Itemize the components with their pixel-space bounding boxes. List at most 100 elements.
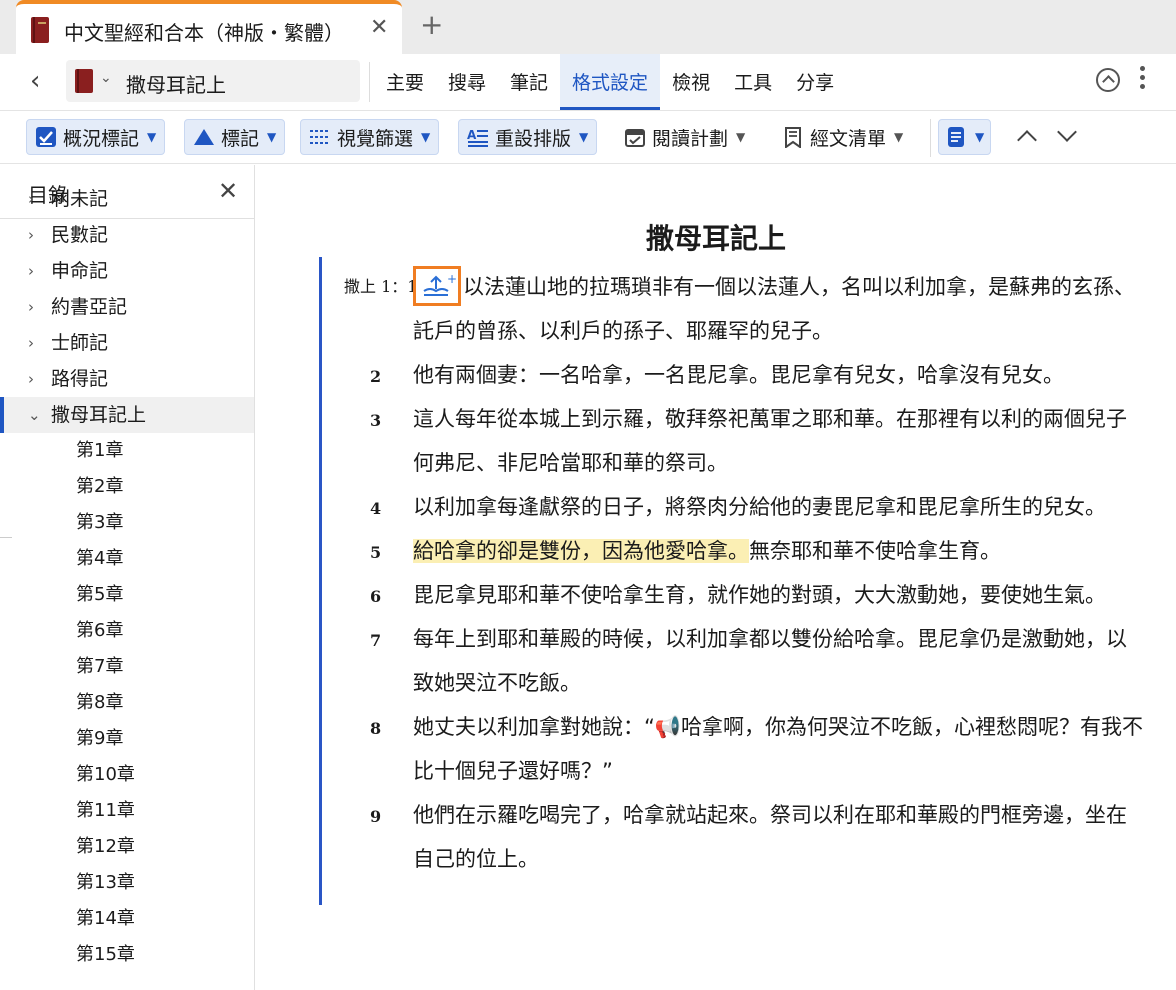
collapse-ribbon-icon[interactable]	[1096, 68, 1120, 92]
verse-text: 這人每年從本城上到示羅，敬拜祭祀萬軍之耶和華。在那裡有以利的兩個兒子何弗尼、非尼…	[413, 407, 1127, 475]
overview-marks-label: 概況標記	[63, 127, 140, 150]
next-arrow-icon[interactable]	[1057, 122, 1077, 142]
checkbox-icon	[35, 126, 57, 148]
sidebar-item-chapter[interactable]: 第8章	[0, 685, 254, 721]
menu-notes[interactable]: 筆記	[498, 54, 560, 110]
verse[interactable]: 撒上 1：1 + 以法蓮山地的拉瑪瑣非有一個以法蓮人，名叫以利加拿，是蘇弗的玄孫…	[344, 265, 1144, 353]
chevron-down-icon: ▼	[267, 130, 277, 144]
passage-list-button[interactable]: 經文清單 ▼	[774, 119, 911, 155]
verse-text: 無奈耶和華不使哈拿生育。	[749, 539, 1001, 563]
ribbon-menu: 主要 搜尋 筆記 格式設定 檢視 工具 分享	[374, 54, 846, 110]
menu-format[interactable]: 格式設定	[560, 54, 661, 110]
chevron-right-icon: ›	[28, 262, 34, 280]
verse[interactable]: 4 以利加拿每逢獻祭的日子，將祭肉分給他的妻毘尼拿和毘尼拿所生的兒女。	[344, 485, 1144, 529]
verse[interactable]: 6 毘尼拿見耶和華不使哈拿生育，就作她的對頭，大大激動她，要使她生氣。	[344, 573, 1144, 617]
verse[interactable]: 2 他有兩個妻：一名哈拿，一名毘尼拿。毘尼拿有兒女，哈拿沒有兒女。	[344, 353, 1144, 397]
chapter-title: 撒母耳記上	[645, 222, 786, 255]
highlighted-text[interactable]: 給哈拿的卻是雙份，因為他愛哈拿。	[413, 539, 749, 563]
verse-text: 以法蓮山地的拉瑪瑣非有一個以法蓮人，名叫以利加拿，是蘇弗的玄孫、託戶的曾孫、以利…	[413, 275, 1135, 343]
chevron-right-icon: ›	[28, 334, 34, 352]
sidebar-item-chapter[interactable]: 第10章	[0, 757, 254, 793]
sidebar-item-chapter[interactable]: 第6章	[0, 613, 254, 649]
sidebar-item-active-book[interactable]: ⌄ 撒母耳記上	[0, 397, 254, 433]
more-options-icon[interactable]	[1140, 66, 1146, 93]
verse-number: 8	[370, 719, 382, 738]
menu-main[interactable]: 主要	[374, 54, 436, 110]
sidebar-item-chapter[interactable]: 第14章	[0, 901, 254, 937]
sidebar-item-chapter[interactable]: 第2章	[0, 469, 254, 505]
chevron-right-icon: ›	[28, 190, 34, 208]
calendar-icon	[624, 126, 646, 148]
sidebar-item-chapter[interactable]: 第5章	[0, 577, 254, 613]
verse[interactable]: 7 每年上到耶和華殿的時候，以利加拿都以雙份給哈拿。毘尼拿仍是激動她，以致她哭泣…	[344, 617, 1144, 705]
verse-number: 3	[370, 411, 382, 430]
sidebar-item-chapter[interactable]: 第1章	[0, 433, 254, 469]
verse[interactable]: 8 她丈夫以利加拿對她說：“📢哈拿啊，你為何哭泣不吃飯，心裡愁悶呢？有我不比十個…	[344, 705, 1144, 793]
chevron-down-icon: ▼	[894, 130, 904, 144]
verse-number: 9	[370, 807, 382, 826]
menu-search[interactable]: 搜尋	[436, 54, 498, 110]
sidebar-item-chapter[interactable]: 第3章	[0, 505, 254, 541]
new-tab-button[interactable]: +	[420, 10, 443, 40]
reading-plan-button[interactable]: 閱讀計劃 ▼	[616, 119, 753, 155]
sidebar-item-book[interactable]: › 士師記	[0, 325, 254, 361]
sidebar-item-book[interactable]: › 約書亞記	[0, 289, 254, 325]
verse[interactable]: 5 給哈拿的卻是雙份，因為他愛哈拿。無奈耶和華不使哈拿生育。	[344, 529, 1144, 573]
verse-number: 2	[370, 367, 382, 386]
verse-text: 每年上到耶和華殿的時候，以利加拿都以雙份給哈拿。毘尼拿仍是激動她，以致她哭泣不吃…	[413, 627, 1127, 695]
reset-layout-button[interactable]: A 重設排版 ▼	[458, 119, 598, 155]
menu-share[interactable]: 分享	[784, 54, 846, 110]
verse-number: 6	[370, 587, 382, 606]
previous-arrow-icon[interactable]	[1017, 130, 1037, 150]
verse-text: 毘尼拿見耶和華不使哈拿生育，就作她的對頭，大大激動她，要使她生氣。	[413, 583, 1106, 607]
divider	[930, 119, 931, 157]
sidebar-item-chapter[interactable]: 第12章	[0, 829, 254, 865]
sidebar-item-chapter[interactable]: 第15章	[0, 937, 254, 973]
sidebar-item-book[interactable]: › 民數記	[0, 217, 254, 253]
overview-marks-button[interactable]: 概況標記 ▼	[26, 119, 166, 155]
selection-bar	[319, 257, 322, 905]
document-tab[interactable]: 中文聖經和合本（神版・繁體） ✕	[16, 0, 402, 54]
back-button[interactable]: ‹	[30, 68, 40, 94]
bookmark-list-icon	[782, 126, 804, 149]
text-align-icon: A	[467, 126, 489, 148]
visual-filter-button[interactable]: 視覺篩選 ▼	[300, 119, 440, 155]
tab-close-icon[interactable]: ✕	[370, 15, 388, 40]
sidebar-item-book[interactable]: › 申命記	[0, 253, 254, 289]
menu-view[interactable]: 檢視	[660, 54, 722, 110]
sidebar-item-book[interactable]: › 利未記	[0, 188, 254, 217]
book-picker[interactable]: ⌄ 撒母耳記上	[66, 60, 360, 102]
verse-text: 他們在示羅吃喝完了，哈拿就站起來。祭司以利在耶和華殿的門框旁邊，坐在自己的位上。	[413, 803, 1127, 871]
chevron-right-icon: ›	[28, 298, 34, 316]
verse-number: 5	[370, 543, 382, 562]
sidebar-item-chapter[interactable]: 第7章	[0, 649, 254, 685]
sidebar-item-chapter[interactable]: 第9章	[0, 721, 254, 757]
verse[interactable]: 3 這人每年從本城上到示羅，敬拜祭祀萬軍之耶和華。在那裡有以利的兩個兒子何弗尼、…	[344, 397, 1144, 485]
marks-button[interactable]: 標記 ▼	[184, 119, 286, 155]
verse[interactable]: 9 他們在示羅吃喝完了，哈拿就站起來。祭司以利在耶和華殿的門框旁邊，坐在自己的位…	[344, 793, 1144, 881]
nav-row: ‹ ⌄ 撒母耳記上 主要 搜尋 筆記 格式設定 檢視 工具 分享	[0, 54, 1176, 110]
document-icon	[945, 126, 967, 148]
chevron-down-icon: ▼	[975, 130, 985, 144]
menu-tools[interactable]: 工具	[722, 54, 784, 110]
sidebar-list: › 利未記 › 民數記 › 申命記 › 約書亞記 › 士師記 › 路得記 ⌄ 撒母耳記上 第1…	[0, 188, 254, 973]
document-view-button[interactable]: ▼	[938, 119, 992, 155]
tab-title: 中文聖經和合本（神版・繁體）	[64, 21, 344, 45]
chevron-down-icon: ▼	[421, 130, 431, 144]
passage-list-label: 經文清單	[810, 127, 887, 150]
verse-list: 撒上 1：1 + 以法蓮山地的拉瑪瑣非有一個以法蓮人，名叫以利加拿，是蘇弗的玄孫…	[344, 265, 1144, 881]
sidebar-item-book[interactable]: › 路得記	[0, 361, 254, 397]
chevron-right-icon: ›	[28, 226, 34, 244]
verse-text: 以利加拿每逢獻祭的日子，將祭肉分給他的妻毘尼拿和毘尼拿所生的兒女。	[413, 495, 1106, 519]
sidebar-item-chapter[interactable]: 第11章	[0, 793, 254, 829]
sidebar-item-chapter[interactable]: 第13章	[0, 865, 254, 901]
reader-pane: 撒母耳記上 撒上 1：1 + 以法蓮山地的拉瑪瑣非有一個以法蓮人，名叫以利加拿，…	[256, 165, 1176, 990]
add-marker-icon[interactable]: +	[413, 266, 461, 306]
svg-text:A: A	[467, 128, 477, 142]
chevron-right-icon: ›	[28, 370, 34, 388]
reading-plan-label: 閱讀計劃	[652, 127, 729, 150]
tab-bar: 中文聖經和合本（神版・繁體） ✕ +	[0, 0, 1176, 54]
verse-reference: 撒上 1：1	[344, 277, 418, 296]
filter-lines-icon	[309, 126, 331, 148]
sidebar-item-chapter[interactable]: 第4章	[0, 541, 254, 577]
